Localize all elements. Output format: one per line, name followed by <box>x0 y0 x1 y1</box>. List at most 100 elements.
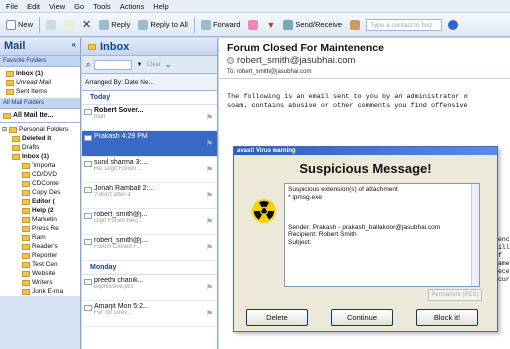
folder-icon <box>22 225 30 232</box>
folder-item[interactable]: Website <box>0 269 80 278</box>
personal-folders[interactable]: ⊟ Personal Folders <box>0 125 80 134</box>
folder-item[interactable]: Deleted It <box>0 134 80 143</box>
folder-item[interactable]: Marketin <box>0 215 80 224</box>
message-item[interactable]: sunil sharma 3:... Re: Digit Forum ... ⚑ <box>82 157 217 183</box>
flag-button[interactable]: ▼ <box>264 19 277 31</box>
message-subject: Re: Digit Forum ... <box>94 166 143 172</box>
message-item[interactable]: robert_smith@j... Forum Closed F... ⚑ <box>82 235 217 261</box>
folder-item[interactable]: 'Importa <box>0 161 80 170</box>
folder-item[interactable]: Reporter <box>0 251 80 260</box>
folder-item[interactable]: CD/DVD <box>0 170 80 179</box>
delete-button[interactable]: Delete <box>246 309 308 326</box>
folder-item[interactable]: Help (2 <box>0 206 80 215</box>
dialog-detail-line: * ipmsg.exe <box>288 193 322 201</box>
new-button[interactable]: New <box>4 19 35 31</box>
sender-address[interactable]: robert_smith@jasubhai.com <box>237 55 355 66</box>
dialog-detail-line <box>288 216 476 224</box>
menu-tools[interactable]: Tools <box>93 2 111 11</box>
move-button[interactable] <box>62 19 76 31</box>
collapse-tree-icon[interactable]: ⊟ <box>2 126 7 134</box>
categorize-icon <box>248 19 259 30</box>
date-group-header[interactable]: Monday <box>82 261 217 275</box>
favorite-folder-item[interactable]: Sent Items <box>6 87 80 96</box>
date-group-header[interactable]: Today <box>82 91 217 105</box>
folder-item[interactable]: CDConte <box>0 179 80 188</box>
folder-item[interactable]: Copy Des <box>0 188 80 197</box>
favorite-folder-item[interactable]: Inbox (1) <box>6 69 80 78</box>
folder-item[interactable]: Ram <box>0 233 80 242</box>
folder-icon <box>12 135 20 142</box>
forward-button[interactable]: Forward <box>199 19 243 31</box>
envelope-icon <box>84 279 92 285</box>
flag-icon[interactable]: ⚑ <box>206 139 213 148</box>
block-button[interactable]: Block it! <box>416 309 478 326</box>
flag-icon[interactable]: ⚑ <box>206 113 213 122</box>
folder-icon <box>22 288 30 295</box>
continue-button[interactable]: Continue <box>331 309 393 326</box>
favorite-folder-item[interactable]: Unread Mail <box>6 78 80 87</box>
folder-item[interactable]: Test Cen <box>0 260 80 269</box>
folder-item[interactable]: Press Re <box>0 224 80 233</box>
toolbar: New ✕ Reply Reply to All Forward ▼ Send/… <box>0 13 510 37</box>
delete-button[interactable]: ✕ <box>80 17 93 32</box>
folder-icon <box>22 198 30 205</box>
expand-icon[interactable]: ⌄ <box>165 60 172 69</box>
folder-item[interactable]: Junk E-ma <box>0 287 80 296</box>
arranged-by-header[interactable]: Arranged By: Date Ne... <box>82 74 217 91</box>
folder-item[interactable]: Drafts <box>0 143 80 152</box>
message-item[interactable]: Amarjit Mon 5:2... Fw: for Grev... ⚑ <box>82 301 217 327</box>
menu-go[interactable]: Go <box>74 2 84 11</box>
all-mail-items[interactable]: All Mail Ite... <box>0 109 80 123</box>
send-receive-button[interactable]: Send/Receive <box>281 19 344 31</box>
print-button[interactable] <box>44 19 58 31</box>
menu-actions[interactable]: Actions <box>120 2 145 11</box>
folder-item[interactable]: Inbox (1) <box>0 152 80 161</box>
search-input[interactable] <box>94 59 133 70</box>
dialog-detail-line <box>288 201 476 209</box>
flag-icon[interactable]: ⚑ <box>206 191 213 200</box>
address-book-button[interactable] <box>348 19 362 31</box>
folder-item[interactable]: Editor ( <box>0 197 80 206</box>
message-item[interactable]: Robert Sover... blah ⚑ <box>82 105 217 131</box>
search-icon: ⌕ <box>86 59 91 69</box>
mail-icon <box>3 112 11 119</box>
categorize-button[interactable] <box>246 19 260 31</box>
message-item[interactable]: robert_smith@j... Digit Forum Reo... ⚑ <box>82 209 217 235</box>
recipient-address[interactable]: robert_smith@jasubhai.com <box>237 69 312 75</box>
reply-button[interactable]: Reply <box>97 19 132 31</box>
message-item[interactable]: Jonah Ramball 2:...? don't after a ⚑ <box>82 183 217 209</box>
clear-button[interactable]: Clear <box>146 62 160 68</box>
menu-view[interactable]: View <box>49 2 65 11</box>
menu-file[interactable]: File <box>6 2 18 11</box>
menu-help[interactable]: Help <box>153 2 168 11</box>
contact-search-input[interactable]: Type a contact to find <box>366 18 443 31</box>
message-subject: Forum Closed F... <box>94 244 142 250</box>
menu-edit[interactable]: Edit <box>27 2 40 11</box>
flag-icon[interactable]: ⚑ <box>206 243 213 252</box>
message-sender: robert_smith@j... <box>94 237 148 244</box>
flag-icon[interactable]: ⚑ <box>206 165 213 174</box>
dialog-detail-line: Sender: Prakash - prakash_ballakoor@jasu… <box>288 223 441 231</box>
reply-all-button[interactable]: Reply to All <box>136 19 190 31</box>
flag-icon[interactable]: ⚑ <box>206 309 213 318</box>
folder-icon <box>22 171 30 178</box>
folder-item[interactable]: Reader's <box>0 242 80 251</box>
flag-icon[interactable]: ⚑ <box>206 217 213 226</box>
message-item[interactable]: preethi chanik... expressive.pcs ⚑ <box>82 275 217 301</box>
message-subject: Fw: for Grev... <box>94 310 132 316</box>
folder-item[interactable]: Writers <box>0 278 80 287</box>
flag-icon[interactable]: ⚑ <box>206 283 213 292</box>
collapse-icon[interactable]: « <box>72 40 76 53</box>
delete-icon: ✕ <box>82 19 92 31</box>
message-subject: expressive.pcs <box>94 284 134 290</box>
message-sender: sunil sharma 3:... <box>94 159 148 166</box>
dropdown-arrow-icon[interactable]: ▼ <box>136 62 142 68</box>
help-button[interactable] <box>446 19 460 31</box>
permanent-button[interactable]: Permanent (PCS) <box>428 289 482 301</box>
message-item[interactable]: Prakash 4:29 PM ⚑ <box>82 131 217 157</box>
folder-icon <box>22 252 30 259</box>
message-body: The following is an email sent to you by… <box>219 79 510 111</box>
dialog-title-bar[interactable]: avast! Virus warning <box>234 147 497 155</box>
dialog-scrollbar[interactable] <box>471 184 479 286</box>
body-line: soam. contains abusive or other comments… <box>227 102 468 110</box>
